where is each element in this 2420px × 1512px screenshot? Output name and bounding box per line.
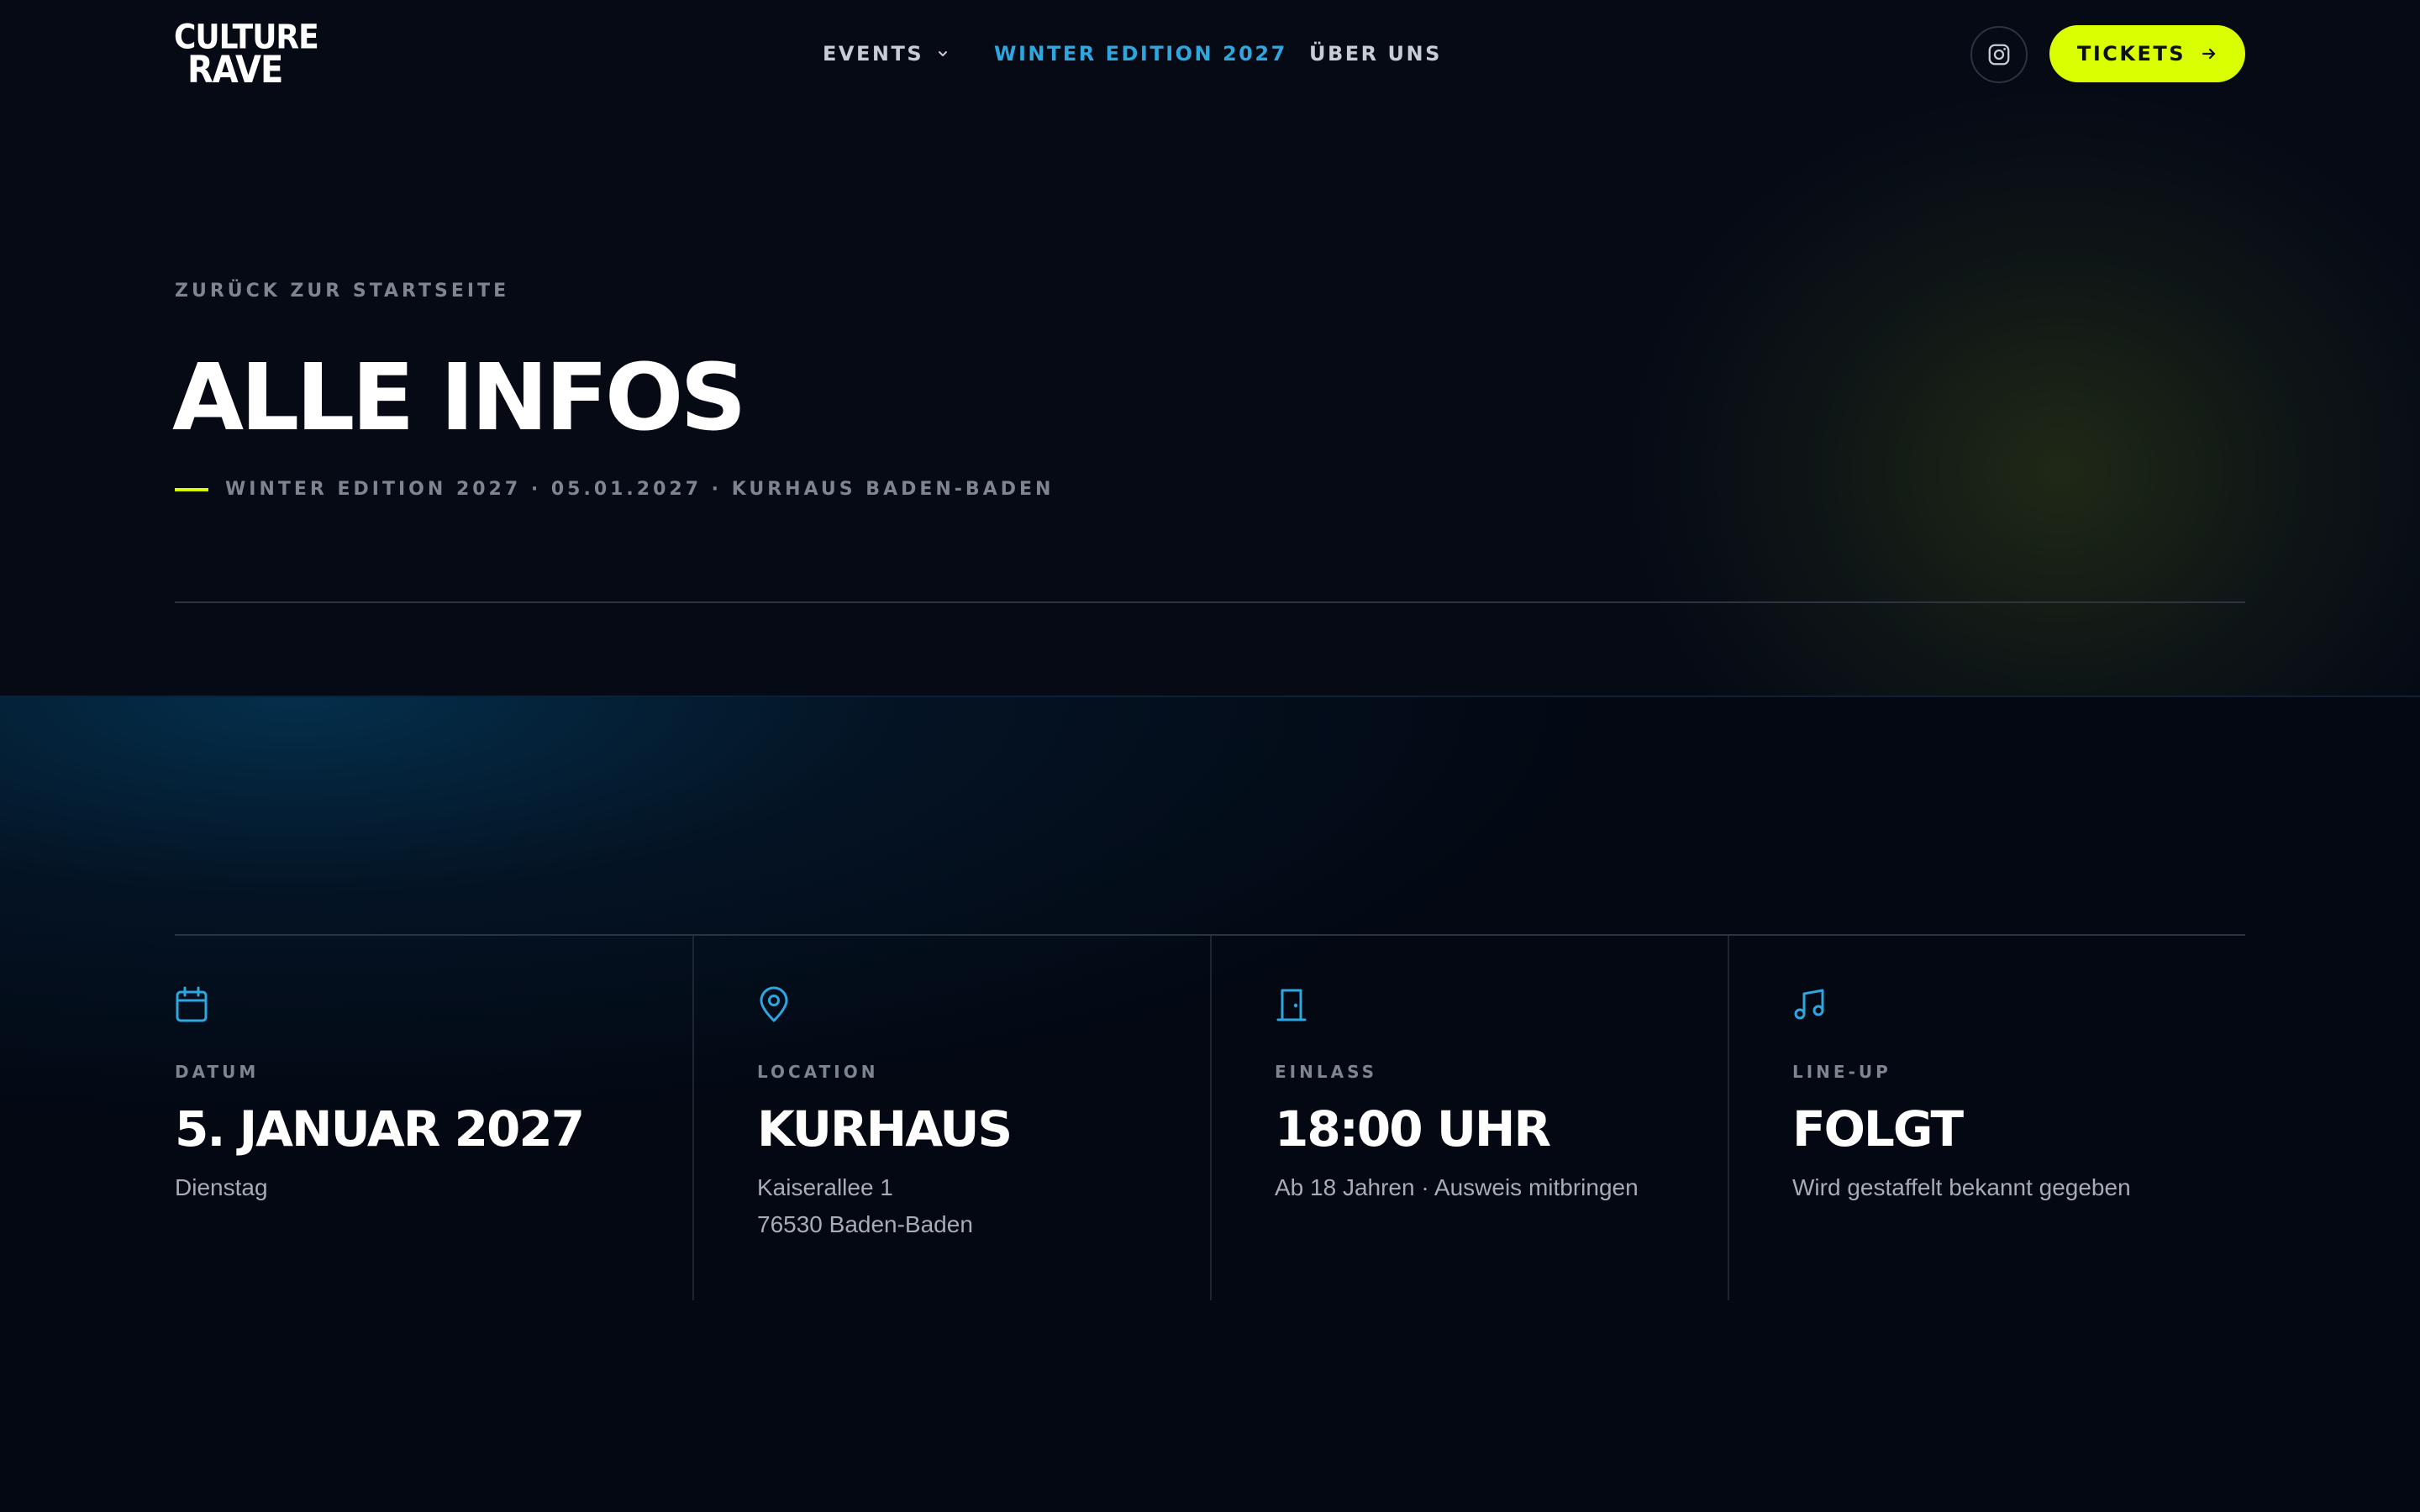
nav-events-label: EVENTS	[823, 42, 924, 66]
instagram-button[interactable]	[1970, 26, 2028, 83]
info-card-einlass: EINLASS 18:00 UHR Ab 18 Jahren · Ausweis…	[1210, 936, 1728, 1300]
info-card-location: LOCATION KURHAUS Kaiserallee 1 76530 Bad…	[692, 936, 1210, 1300]
info-card-value: 5. JANUAR 2027	[175, 1100, 585, 1158]
event-subline-text: WINTER EDITION 2027 · 05.01.2027 · KURHA…	[225, 479, 1055, 500]
logo-line-2: RAVE	[187, 48, 283, 92]
tickets-button[interactable]: TICKETS	[2049, 25, 2245, 82]
event-subline: WINTER EDITION 2027 · 05.01.2027 · KURHA…	[175, 479, 1054, 500]
back-to-home-link[interactable]: ZURÜCK ZUR STARTSEITE	[175, 281, 509, 302]
info-cards: DATUM 5. JANUAR 2027 Dienstag LOCATION K…	[175, 936, 2245, 1300]
info-card-value: FOLGT	[1792, 1100, 1964, 1158]
nav-winter-edition[interactable]: WINTER EDITION 2027	[994, 42, 1287, 66]
map-pin-icon	[760, 986, 788, 1022]
hero-section: CULTURE RAVE EVENTS WINTER EDITION 2027 …	[0, 0, 2420, 697]
info-card-detail: Kaiserallee 1 76530 Baden-Baden	[757, 1169, 973, 1243]
page-title: ALLE INFOS	[172, 344, 747, 451]
nav-events[interactable]: EVENTS	[823, 42, 949, 66]
info-card-label: LINE-UP	[1792, 1062, 1891, 1082]
info-card-detail-line: Wird gestaffelt bekannt gegeben	[1792, 1174, 2131, 1200]
tickets-button-label: TICKETS	[2076, 42, 2186, 66]
chevron-down-icon	[939, 51, 948, 56]
info-card-detail-line: Dienstag	[175, 1174, 268, 1200]
instagram-icon	[1988, 44, 2010, 66]
info-card-label: LOCATION	[757, 1062, 879, 1082]
info-card-label: DATUM	[175, 1062, 260, 1082]
door-icon	[1276, 989, 1307, 1021]
info-card-detail-line: 76530 Baden-Baden	[757, 1211, 973, 1237]
info-section: DATUM 5. JANUAR 2027 Dienstag LOCATION K…	[0, 697, 2420, 1512]
info-card-detail-line: Kaiserallee 1	[757, 1174, 893, 1200]
arrow-right-icon	[2202, 48, 2216, 60]
info-card-value: KURHAUS	[757, 1100, 1013, 1158]
info-card-detail: Dienstag	[175, 1169, 268, 1206]
calendar-icon	[176, 986, 208, 1022]
nav-ueber-uns[interactable]: ÜBER UNS	[1309, 42, 1442, 66]
divider	[175, 601, 2245, 603]
main-nav: EVENTS WINTER EDITION 2027 ÜBER UNS	[823, 39, 1439, 69]
info-card-datum: DATUM 5. JANUAR 2027 Dienstag	[175, 936, 692, 1300]
info-card-lineup: LINE-UP FOLGT Wird gestaffelt bekannt ge…	[1728, 936, 2245, 1300]
info-card-detail: Ab 18 Jahren · Ausweis mitbringen	[1275, 1169, 1639, 1206]
accent-dash	[175, 487, 208, 491]
page: CULTURE RAVE EVENTS WINTER EDITION 2027 …	[0, 0, 2420, 1512]
info-card-detail: Wird gestaffelt bekannt gegeben	[1792, 1169, 2131, 1206]
info-card-label: EINLASS	[1275, 1062, 1377, 1082]
logo[interactable]: CULTURE RAVE	[174, 19, 319, 92]
info-card-value: 18:00 UHR	[1275, 1100, 1551, 1158]
info-card-detail-line: Ab 18 Jahren · Ausweis mitbringen	[1275, 1174, 1639, 1200]
music-icon	[1794, 989, 1824, 1020]
